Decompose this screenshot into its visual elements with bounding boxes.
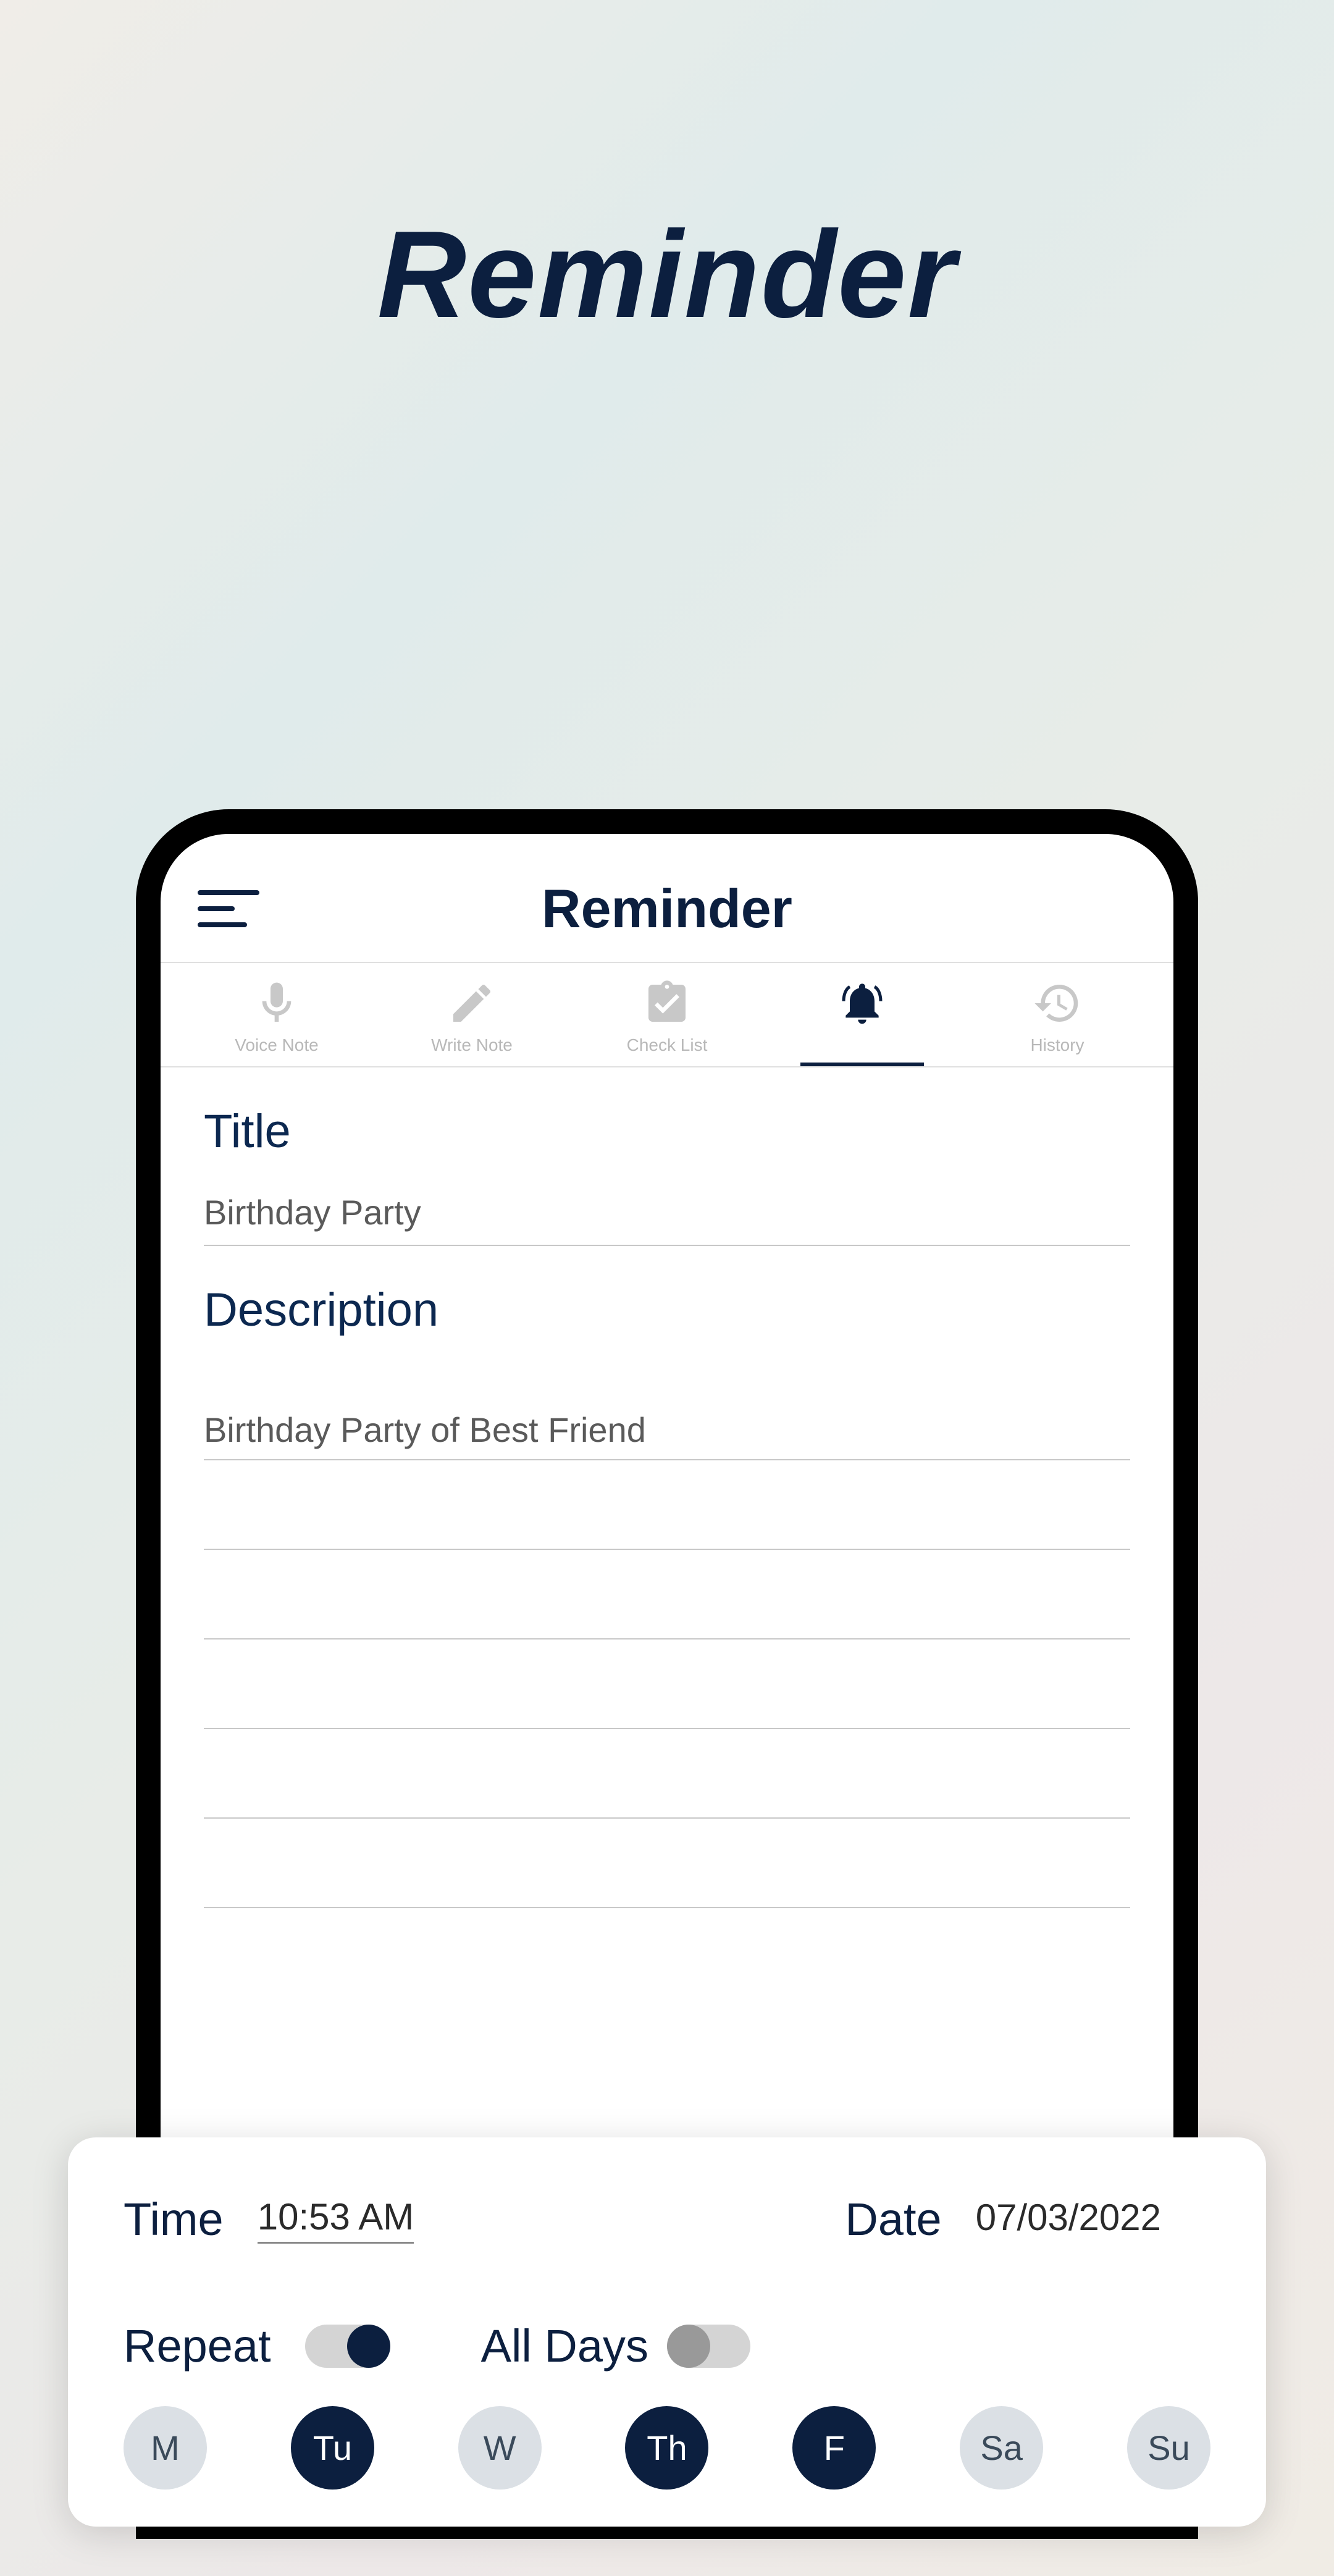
desc-line-2[interactable] bbox=[204, 1460, 1130, 1550]
tab-label: History bbox=[1030, 1035, 1084, 1055]
checklist-icon bbox=[642, 979, 692, 1028]
day-thursday[interactable]: Th bbox=[625, 2406, 708, 2490]
description-input[interactable]: Birthday Party of Best Friend bbox=[204, 1371, 1130, 1908]
time-value[interactable]: 10:53 AM bbox=[258, 2195, 414, 2244]
tab-write-note[interactable]: Write Note bbox=[410, 979, 534, 1066]
tab-label: Voice Note bbox=[235, 1035, 318, 1055]
time-date-row: Time 10:53 AM Date 07/03/2022 bbox=[124, 2193, 1210, 2246]
alldays-label: All Days bbox=[481, 2320, 648, 2372]
tab-label: Write Note bbox=[431, 1035, 513, 1055]
tab-voice-note[interactable]: Voice Note bbox=[215, 979, 338, 1066]
day-monday[interactable]: M bbox=[124, 2406, 207, 2490]
desc-line-4[interactable] bbox=[204, 1639, 1130, 1729]
tab-history[interactable]: History bbox=[996, 979, 1119, 1066]
alldays-toggle[interactable] bbox=[667, 2325, 750, 2368]
tabs: Voice Note Write Note Check List Reminde… bbox=[161, 963, 1173, 1067]
desc-line-5[interactable] bbox=[204, 1729, 1130, 1819]
tab-reminder[interactable]: Reminder bbox=[800, 979, 924, 1066]
time-label: Time bbox=[124, 2193, 224, 2246]
day-saturday[interactable]: Sa bbox=[960, 2406, 1043, 2490]
title-label: Title bbox=[204, 1105, 1130, 1158]
days-row: M Tu W Th F Sa Su bbox=[124, 2406, 1210, 2490]
history-icon bbox=[1033, 979, 1082, 1028]
description-label: Description bbox=[204, 1283, 1130, 1337]
repeat-toggle[interactable] bbox=[305, 2325, 388, 2368]
day-friday[interactable]: F bbox=[792, 2406, 876, 2490]
page-heading: Reminder bbox=[0, 204, 1334, 346]
day-wednesday[interactable]: W bbox=[458, 2406, 542, 2490]
day-sunday[interactable]: Su bbox=[1127, 2406, 1210, 2490]
tab-check-list[interactable]: Check List bbox=[605, 979, 729, 1066]
toggle-row: Repeat All Days bbox=[124, 2320, 1210, 2372]
desc-line-6[interactable] bbox=[204, 1819, 1130, 1908]
date-value[interactable]: 07/03/2022 bbox=[976, 2196, 1161, 2242]
title-input[interactable]: Birthday Party bbox=[204, 1192, 1130, 1246]
desc-line-1[interactable]: Birthday Party of Best Friend bbox=[204, 1371, 1130, 1460]
schedule-panel: Time 10:53 AM Date 07/03/2022 Repeat All… bbox=[68, 2137, 1266, 2527]
note-icon bbox=[447, 979, 497, 1028]
app-header: Reminder bbox=[161, 834, 1173, 963]
date-label: Date bbox=[845, 2193, 941, 2246]
bell-icon bbox=[837, 979, 887, 1028]
mic-icon bbox=[252, 979, 301, 1028]
app-title: Reminder bbox=[198, 877, 1136, 940]
day-tuesday[interactable]: Tu bbox=[291, 2406, 374, 2490]
desc-line-3[interactable] bbox=[204, 1550, 1130, 1639]
tab-label: Check List bbox=[627, 1035, 708, 1055]
repeat-label: Repeat bbox=[124, 2320, 271, 2372]
